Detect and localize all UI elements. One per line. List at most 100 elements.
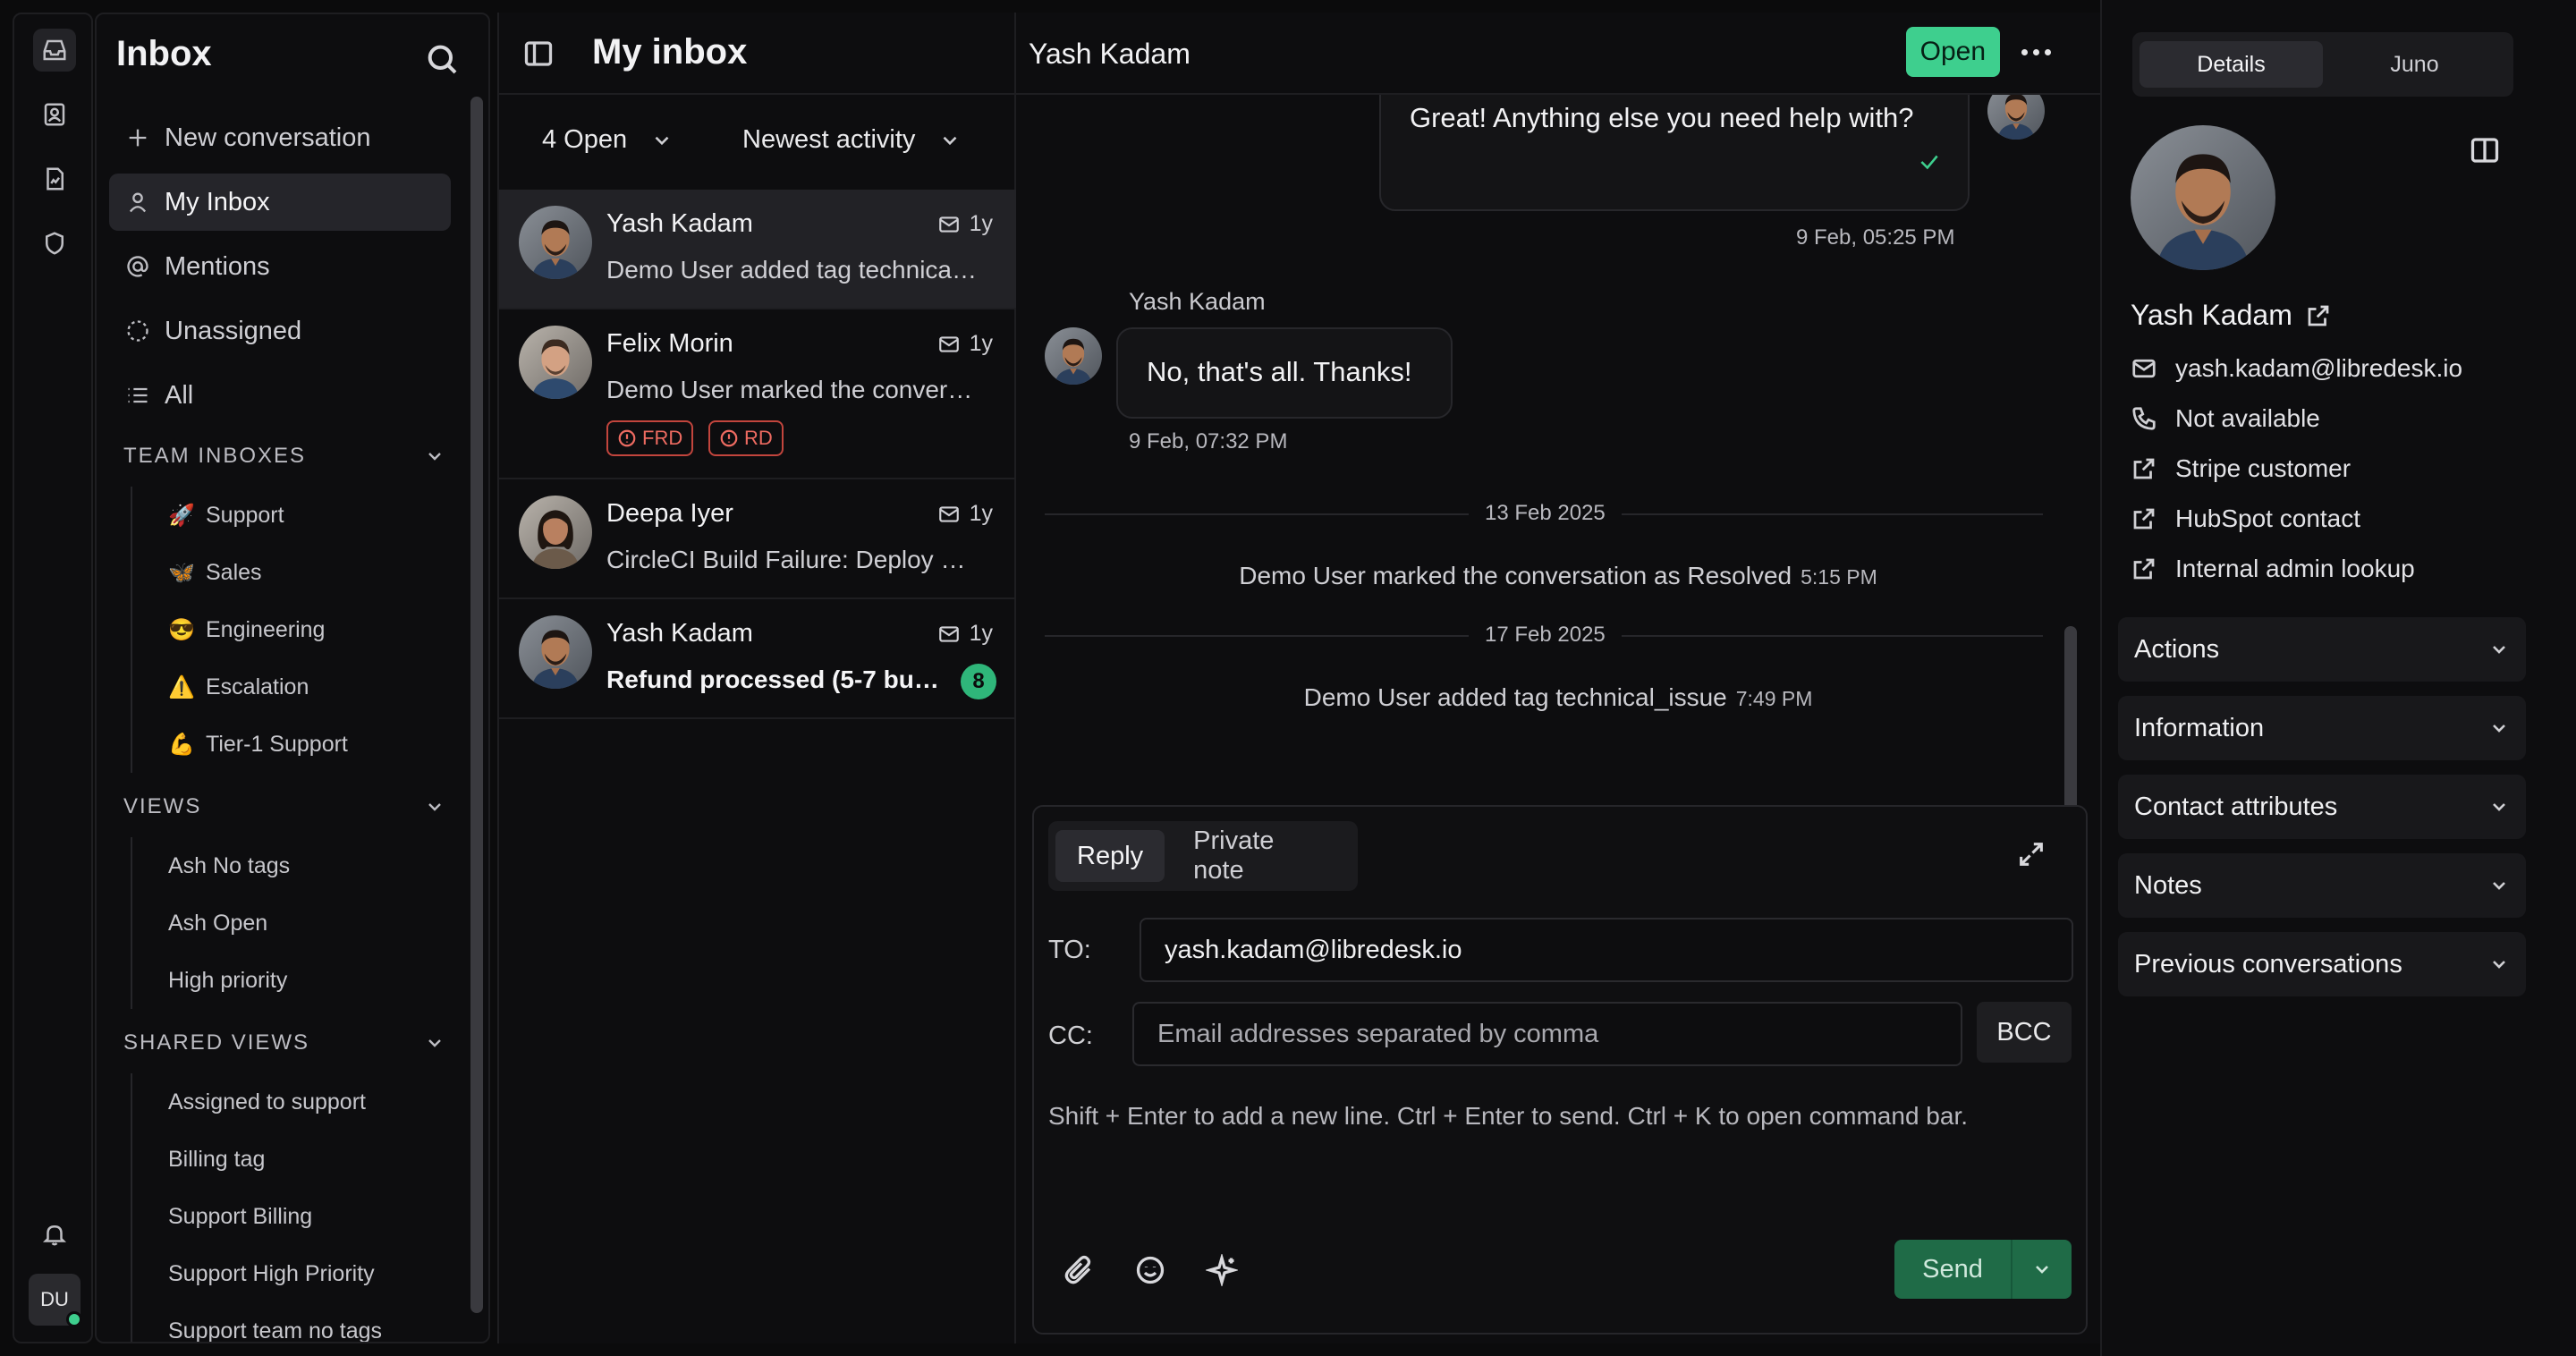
shared-view-support-team-no-tags[interactable]: Support team no tags [132, 1302, 382, 1343]
toggle-details-panel-icon[interactable] [2469, 134, 2501, 166]
composer-editor[interactable]: Shift + Enter to add a new line. Ctrl + … [1048, 1102, 1968, 1131]
sidebar-scrollbar[interactable] [470, 97, 483, 1313]
view-ash-no-tags[interactable]: Ash No tags [132, 837, 290, 894]
views-list: Ash No tags Ash Open High priority [131, 837, 290, 1009]
contacts-icon[interactable] [33, 93, 76, 136]
conversation-list-title: My inbox [592, 32, 748, 72]
user-initials: DU [40, 1288, 69, 1310]
incoming-message: No, that's all. Thanks! [1116, 327, 1453, 419]
conversation-item[interactable]: Yash Kadam 1y Refund processed (5-7 busi… [499, 599, 1016, 719]
accordion-actions[interactable]: Actions [2118, 617, 2526, 682]
shared-view-assigned-to-support[interactable]: Assigned to support [132, 1073, 382, 1131]
status-filter-dropdown[interactable]: 4 Open [542, 125, 674, 155]
conversation-item[interactable]: Deepa Iyer 1y CircleCI Build Failure: De… [499, 479, 1016, 599]
conversation-list-header: My inbox [499, 13, 1014, 95]
view-high-priority[interactable]: High priority [132, 952, 290, 1009]
app-rail: DU [13, 13, 93, 1343]
team-inbox-escalation[interactable]: ⚠️ Escalation [132, 658, 348, 716]
link-hubspot-contact[interactable]: HubSpot contact [2131, 504, 2360, 533]
sidebar-item-my-inbox[interactable]: My Inbox [109, 174, 451, 231]
link-internal-admin-lookup[interactable]: Internal admin lookup [2131, 555, 2415, 583]
chevron-down-icon [2493, 803, 2505, 811]
shared-view-support-billing[interactable]: Support Billing [132, 1188, 382, 1245]
tab-details[interactable]: Details [2140, 41, 2323, 88]
inbox-icon[interactable] [33, 29, 76, 72]
shared-views-header[interactable]: SHARED VIEWS [123, 1030, 445, 1055]
inbox-sidebar: Inbox New conversation My Inbox Mentions… [95, 13, 490, 1343]
external-link-icon [2133, 458, 2155, 479]
mail-icon [938, 505, 959, 522]
view-ash-open[interactable]: Ash Open [132, 894, 290, 952]
emoji-icon[interactable] [1134, 1254, 1170, 1290]
external-link-icon [2133, 558, 2155, 580]
shared-view-billing-tag[interactable]: Billing tag [132, 1131, 382, 1188]
chevron-down-icon [2036, 1266, 2048, 1274]
mail-icon [938, 625, 959, 642]
views-header[interactable]: VIEWS [123, 794, 445, 819]
cc-field[interactable]: Email addresses separated by comma [1132, 1002, 1962, 1066]
sidebar-item-mentions[interactable]: Mentions [109, 238, 451, 295]
send-options-dropdown[interactable] [2012, 1240, 2072, 1299]
new-conversation-button[interactable]: New conversation [109, 109, 451, 166]
team-inboxes-header[interactable]: TEAM INBOXES [123, 444, 445, 469]
chevron-down-icon [2493, 725, 2505, 733]
conversation-list: My inbox 4 Open Newest activity Yash Kad… [497, 13, 1016, 1343]
conversation-item[interactable]: Yash Kadam 1y Demo User added tag techni… [499, 190, 1016, 309]
message-thread: Great! Anything else you need help with?… [1016, 95, 2100, 807]
to-field[interactable]: yash.kadam@libredesk.io [1140, 918, 2073, 982]
chevron-down-icon [2493, 646, 2505, 654]
admin-shield-icon[interactable] [33, 222, 76, 265]
conversation-header: Yash Kadam Open [1016, 13, 2100, 95]
accordion-previous-conversations[interactable]: Previous conversations [2118, 932, 2526, 996]
tab-reply[interactable]: Reply [1055, 830, 1165, 882]
chevron-down-icon [2493, 882, 2505, 890]
team-inbox-engineering[interactable]: 😎 Engineering [132, 601, 348, 658]
status-badge[interactable]: Open [1905, 27, 2000, 77]
reports-icon[interactable] [33, 157, 76, 200]
attachment-icon[interactable] [1063, 1254, 1098, 1290]
contact-avatar [519, 206, 592, 279]
activity-message: Demo User marked the conversation as Res… [1239, 562, 1877, 589]
reply-composer: Reply Private note TO: yash.kadam@libred… [1032, 805, 2088, 1335]
user-avatar[interactable]: DU [29, 1274, 82, 1327]
link-stripe-customer[interactable]: Stripe customer [2131, 454, 2351, 483]
mail-icon [2132, 359, 2156, 378]
sort-filter-dropdown[interactable]: Newest activity [742, 125, 962, 155]
chevron-down-icon [428, 1039, 441, 1047]
send-button[interactable]: Send [1894, 1240, 2012, 1299]
list-icon [128, 387, 148, 403]
sidebar-item-unassigned[interactable]: Unassigned [109, 302, 451, 360]
alert-circle-icon [720, 429, 738, 447]
team-inbox-tier-1-support[interactable]: 💪 Tier-1 Support [132, 716, 348, 773]
conversation-item[interactable]: Felix Morin 1y Demo User marked the conv… [499, 309, 1016, 479]
bell-icon[interactable] [33, 1213, 76, 1256]
search-icon[interactable] [424, 41, 460, 77]
sidebar-item-all[interactable]: All [109, 367, 451, 424]
team-inbox-support[interactable]: 🚀 Support [132, 487, 348, 544]
shared-view-support-high-priority[interactable]: Support High Priority [132, 1245, 382, 1302]
at-icon [127, 256, 148, 277]
bcc-button[interactable]: BCC [1977, 1002, 2072, 1063]
external-link-icon[interactable] [2305, 302, 2332, 329]
toggle-sidebar-icon[interactable] [522, 38, 555, 70]
team-inbox-sales[interactable]: 🦋 Sales [132, 544, 348, 601]
conversation-view: Yash Kadam Open Great! Anything else you… [1016, 13, 2100, 1343]
expand-icon[interactable] [2016, 839, 2046, 869]
accordion-contact-attributes[interactable]: Contact attributes [2118, 775, 2526, 839]
activity-message: Demo User added tag technical_issue 7:49 … [1303, 683, 1813, 711]
accordion-notes[interactable]: Notes [2118, 853, 2526, 918]
chevron-down-icon [2493, 961, 2505, 969]
date-divider-label: 17 Feb 2025 [1469, 623, 1622, 648]
cc-label: CC: [1048, 1021, 1093, 1050]
unread-count-badge: 8 [961, 664, 996, 699]
conversation-contact-name: Yash Kadam [1029, 38, 1191, 70]
accordion-information[interactable]: Information [2118, 696, 2526, 760]
ai-sparkle-icon[interactable] [1204, 1252, 1241, 1290]
mail-icon [938, 216, 959, 233]
tab-private-note[interactable]: Private note [1172, 826, 1351, 885]
more-options-icon[interactable] [2018, 41, 2054, 63]
tab-juno[interactable]: Juno [2323, 41, 2506, 88]
date-divider-label: 13 Feb 2025 [1469, 501, 1622, 526]
team-inboxes-list: 🚀 Support 🦋 Sales 😎 Engineering ⚠️ Escalatio… [131, 487, 348, 773]
contact-email: yash.kadam@libredesk.io [2131, 354, 2462, 383]
